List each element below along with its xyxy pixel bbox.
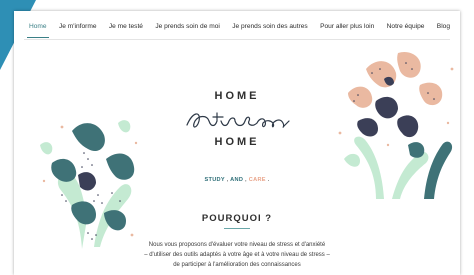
nav-aller-plus-loin[interactable]: Pour aller plus loin xyxy=(320,23,374,30)
intro-line: Nous vous proposons d'évaluer votre nive… xyxy=(148,242,326,248)
section-title: POURQUOI ? xyxy=(201,213,273,224)
intro-paragraph: Nous vous proposons d'évaluer votre nive… xyxy=(112,240,362,270)
tagline: STUDY , AND , CARE . xyxy=(177,177,297,183)
left-coral-illustration xyxy=(40,120,138,249)
tagline-care: CARE xyxy=(248,177,266,183)
tagline-end: . xyxy=(265,177,270,183)
nav-soin-des-autres[interactable]: Je prends soin des autres xyxy=(232,23,308,30)
intro-line: – d'utiliser des outils adaptés à votre … xyxy=(144,252,330,258)
section-title-underline xyxy=(224,228,250,229)
intro-line: de participer à l'amélioration des conna… xyxy=(173,262,301,268)
brand-logo: HOME HOME xyxy=(177,89,297,149)
nav-divider xyxy=(24,39,450,40)
nav-je-minforme[interactable]: Je m'informe xyxy=(59,23,97,30)
main-navigation: Home Je m'informe Je me testé Je prends … xyxy=(14,11,460,41)
brand-bottom-word: HOME xyxy=(214,136,260,148)
right-coral-illustration xyxy=(338,51,454,199)
tagline-and: AND xyxy=(230,177,244,183)
nav-je-me-teste[interactable]: Je me testé xyxy=(109,23,143,30)
website-page: Home Je m'informe Je me testé Je prends … xyxy=(14,11,460,275)
brand-script-wordmark xyxy=(186,112,290,128)
brand-top-word: HOME xyxy=(214,90,260,102)
nav-blog[interactable]: Blog xyxy=(437,23,450,30)
nav-soin-de-moi[interactable]: Je prends soin de moi xyxy=(155,23,220,30)
nav-notre-equipe[interactable]: Notre équipe xyxy=(387,23,425,30)
nav-home[interactable]: Home xyxy=(27,23,49,38)
tagline-study: STUDY xyxy=(204,177,225,183)
